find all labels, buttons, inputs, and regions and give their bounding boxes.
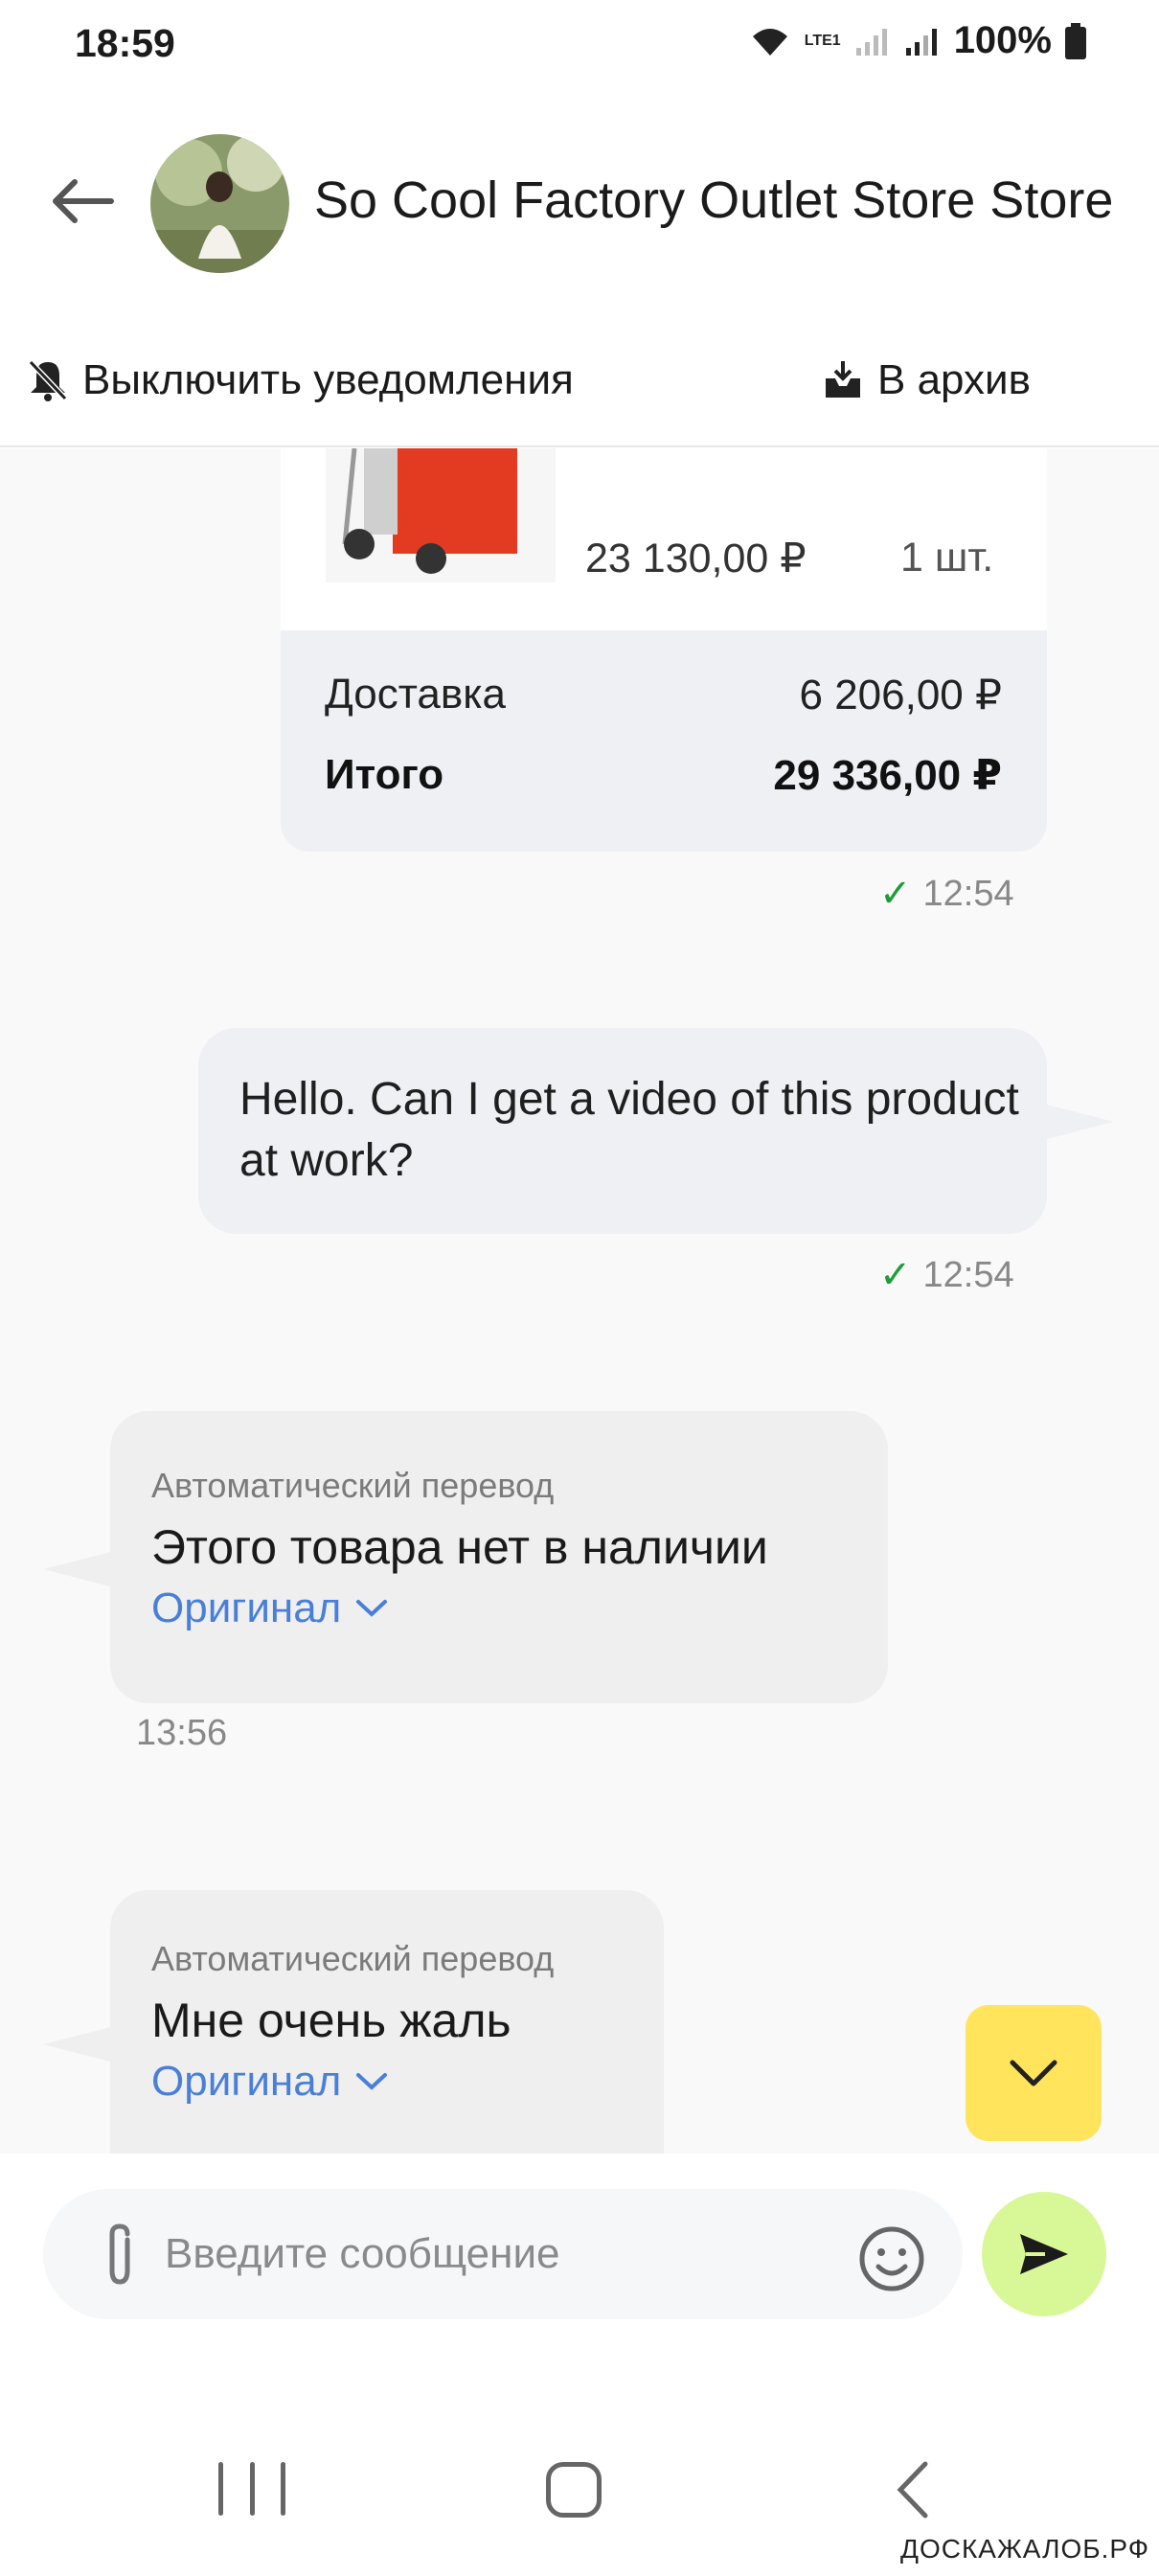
mute-label: Выключить уведомления [82, 356, 574, 403]
wifi-icon [752, 28, 787, 56]
order-time: ✓ 12:54 [879, 872, 1014, 916]
chevron-down-icon [356, 2073, 388, 2090]
auto-translate-caption: Автоматический перевод [151, 1466, 555, 1505]
product-image[interactable] [326, 448, 556, 582]
chevron-down-icon [356, 1600, 388, 1617]
bubble-tail [1047, 1105, 1114, 1139]
back-button[interactable] [38, 158, 125, 244]
message-time-text: 12:54 [922, 1254, 1014, 1295]
status-icons: LTE1 100% [749, 19, 1086, 62]
product-photo [326, 448, 556, 582]
original-label: Оригинал [151, 2058, 342, 2105]
recent-apps-icon [218, 2462, 223, 2516]
archive-icon [826, 361, 860, 398]
total-value: 29 336,00 ₽ [773, 752, 1002, 799]
store-avatar[interactable] [150, 134, 289, 273]
original-toggle[interactable]: Оригинал [151, 1584, 389, 1632]
order-quantity: 1 шт. [900, 535, 994, 581]
message-text: Этого товара нет в наличии [151, 1520, 768, 1574]
delivery-label: Доставка [325, 671, 506, 718]
check-icon: ✓ [879, 873, 912, 915]
emoji-button[interactable] [855, 2223, 928, 2295]
recent-apps-icon [249, 2462, 255, 2516]
order-time-text: 12:54 [922, 873, 1014, 914]
original-toggle[interactable]: Оригинал [151, 2058, 389, 2106]
send-button[interactable] [982, 2192, 1106, 2316]
scroll-to-bottom-button[interactable] [966, 2005, 1102, 2141]
message-time: ✓ 12:54 [879, 1253, 1014, 1297]
attach-button[interactable] [86, 2221, 153, 2288]
battery-icon [1065, 22, 1086, 59]
order-totals [281, 630, 1047, 851]
store-name[interactable]: So Cool Factory Outlet Store Store [314, 171, 1113, 230]
send-icon [1020, 2234, 1068, 2274]
bubble-tail [43, 2027, 110, 2062]
check-icon: ✓ [879, 1254, 912, 1296]
battery-percent: 100% [953, 19, 1052, 61]
arrow-left-icon [53, 179, 114, 223]
avatar-photo [150, 134, 289, 273]
network-label: LTE1 [804, 32, 841, 49]
nav-back-button[interactable] [883, 2460, 941, 2519]
bubble-tail [43, 1552, 110, 1586]
message-text: Hello. Can I get a video of this product… [239, 1074, 1019, 1186]
order-price: 23 130,00 ₽ [585, 536, 807, 581]
message-text: Мне очень жаль [151, 1994, 511, 2047]
message-time: 13:56 [136, 1713, 227, 1754]
bell-off-icon [28, 359, 68, 401]
status-time: 18:59 [75, 21, 175, 65]
total-label: Итого [325, 751, 444, 798]
signal-icon [905, 28, 937, 56]
message-input[interactable] [165, 2221, 835, 2288]
recent-apps-icon [281, 2462, 285, 2516]
archive-button[interactable]: В архив [822, 347, 1031, 414]
watermark: ДОСКАЖАЛОБ.РФ [900, 2534, 1150, 2564]
message-time-text: 13:56 [136, 1713, 228, 1753]
auto-translate-caption: Автоматический перевод [151, 1939, 555, 1978]
archive-label: В архив [877, 356, 1031, 403]
signal-weak-icon [855, 28, 887, 56]
home-button[interactable] [546, 2462, 602, 2518]
recent-apps-button[interactable] [218, 2462, 285, 2519]
original-label: Оригинал [151, 1584, 342, 1631]
smiley-icon [859, 2226, 924, 2291]
chevron-left-icon [897, 2461, 928, 2519]
delivery-value: 6 206,00 ₽ [799, 672, 1003, 718]
chat-area[interactable]: 23 130,00 ₽ 1 шт. Доставка 6 206,00 ₽ Ит… [0, 448, 1159, 2154]
paperclip-icon [109, 2223, 130, 2285]
chevron-down-icon [1010, 2060, 1057, 2086]
mute-notifications-button[interactable]: Выключить уведомления [27, 347, 574, 414]
